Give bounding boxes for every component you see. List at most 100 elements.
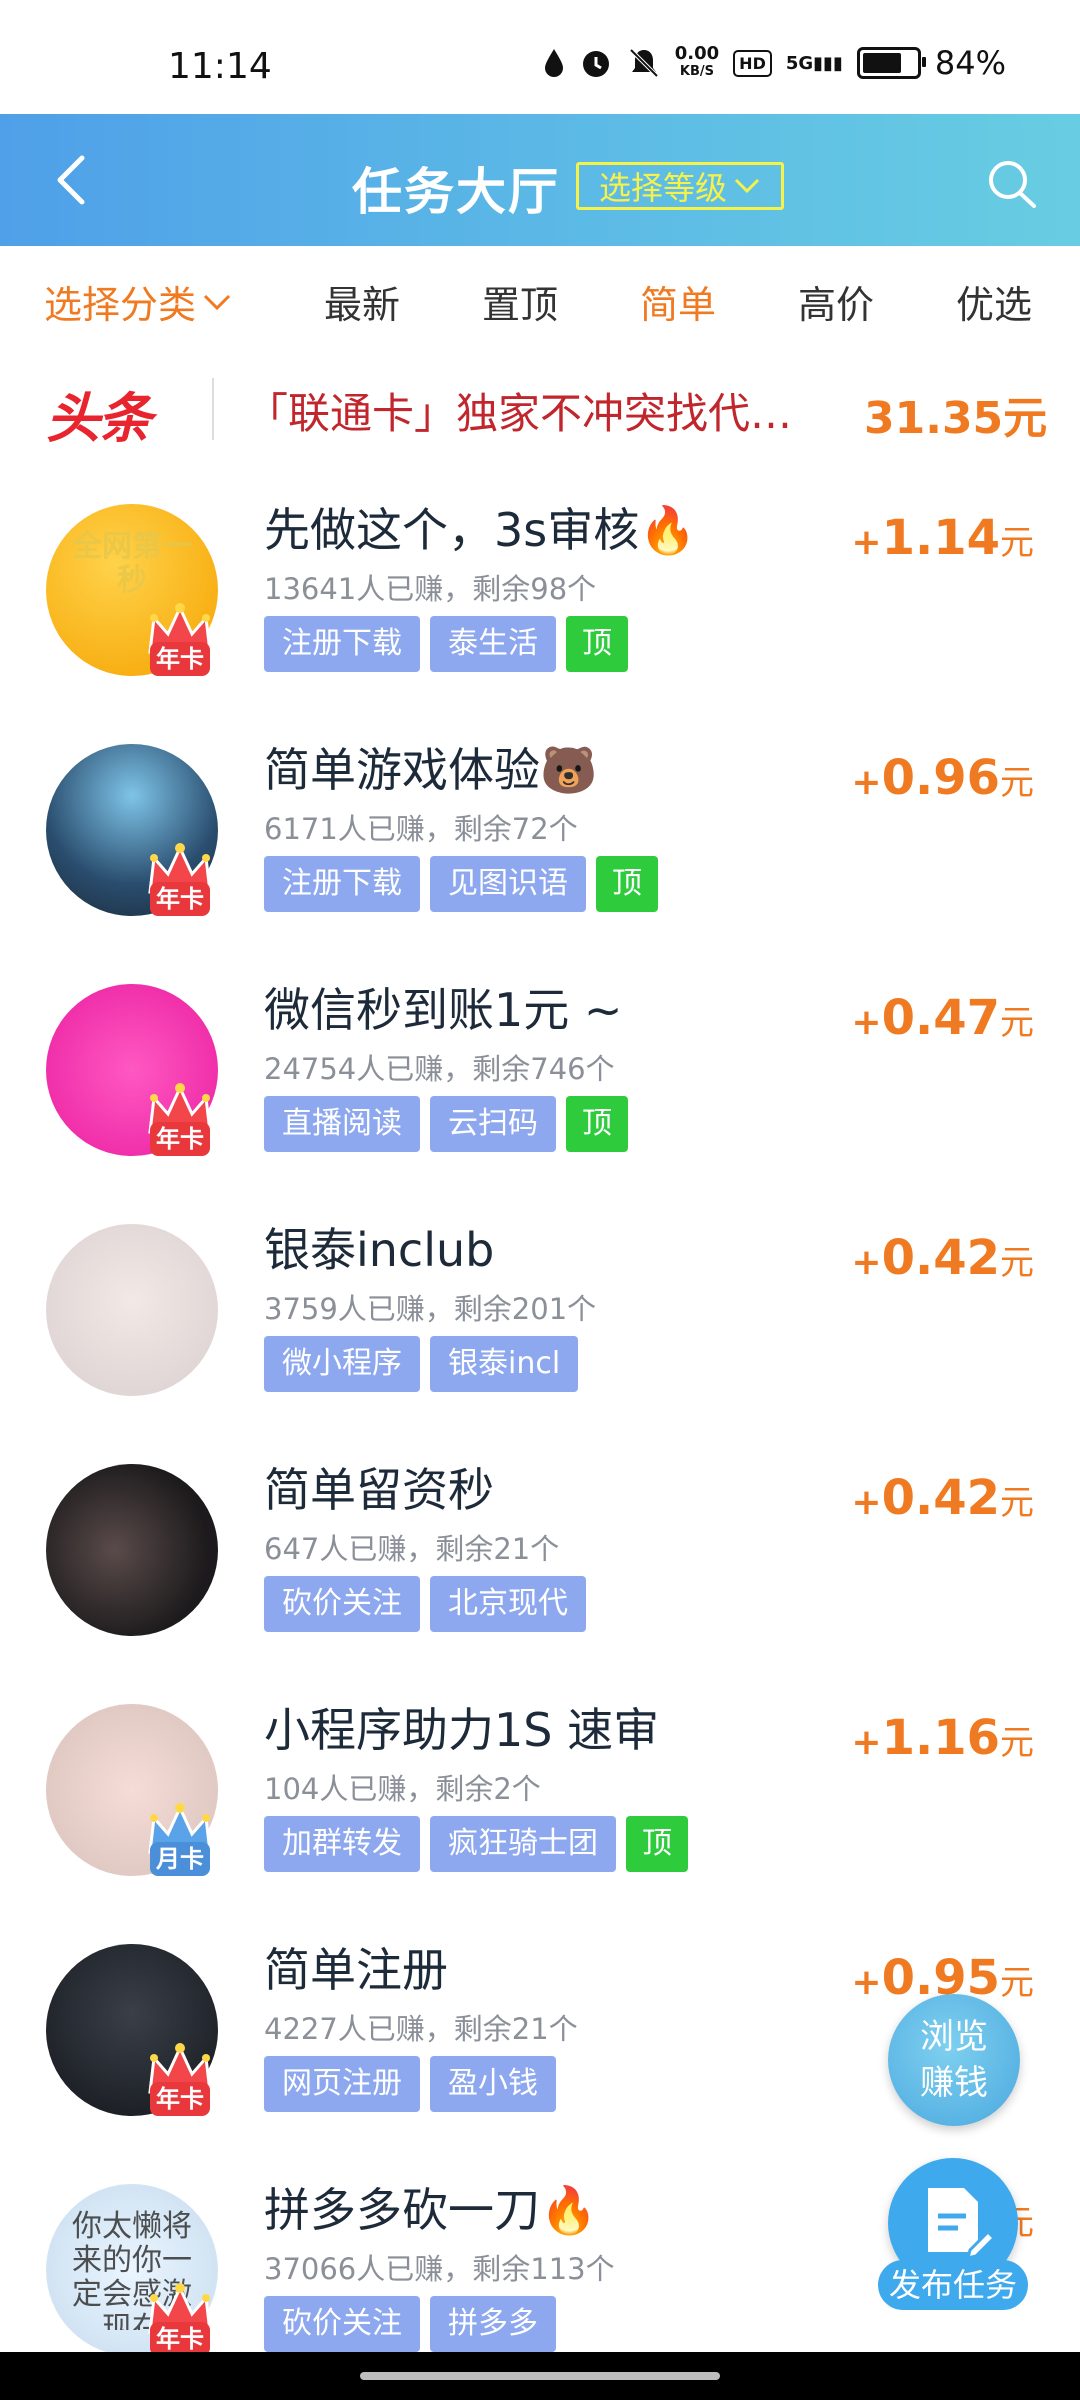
headline-amount: 31.35元 [864, 393, 1048, 444]
headline-badge: 头条 [46, 387, 152, 450]
task-stats: 6171人已赚，剩余72个 [264, 812, 578, 846]
battery-percent: 84% [934, 44, 1006, 82]
task-title: 简单游戏体验🐻 [264, 743, 598, 797]
task-title: 微信秒到账1元 ~ [264, 983, 623, 1037]
tab-featured[interactable]: 优选 [956, 274, 1032, 329]
hd-badge: HD [733, 49, 772, 77]
signal-icon: 5G▮▮▮ [785, 52, 843, 74]
task-price: +0.42元 [851, 1230, 1034, 1286]
task-stats: 104人已赚，剩余2个 [264, 1772, 541, 1806]
task-title: 小程序助力1S 速审 [264, 1703, 660, 1757]
headline-text: 「联通卡」独家不冲突找代… [246, 389, 793, 438]
status-icons: 0.00 KB/S HD 5G▮▮▮ 84% [543, 44, 1006, 82]
task-title: 拼多多砍一刀🔥 [264, 2183, 598, 2237]
task-tag: 疯狂骑士团 [430, 1816, 616, 1872]
task-row[interactable]: 银泰inclub 3759人已赚，剩余201个 微小程序 银泰incl +0.42… [0, 1204, 1080, 1444]
task-row[interactable]: 全网第一秒 年卡 先做这个，3s审核🔥 13641人已赚，剩余98个 注册下载泰… [0, 484, 1080, 724]
task-tag: 加群转发 [264, 1816, 420, 1872]
back-arrow-icon[interactable] [46, 148, 110, 212]
task-tag: 拼多多 [430, 2296, 556, 2352]
avatar-image [46, 1224, 218, 1396]
task-tag: 注册下载 [264, 616, 420, 672]
task-price: +0.96元 [851, 750, 1034, 806]
task-tag: 银泰incl [430, 1336, 579, 1392]
task-tag: 直播阅读 [264, 1096, 420, 1152]
vip-badge: 年卡 [138, 2042, 222, 2126]
task-row[interactable]: 年卡 微信秒到账1元 ~ 24754人已赚，剩余746个 直播阅读 云扫码顶 +0… [0, 964, 1080, 1204]
task-tags: 加群转发 疯狂骑士团顶 [264, 1816, 688, 1872]
task-tag: 砍价关注 [264, 2296, 420, 2352]
chevron-down-icon [734, 178, 760, 194]
tab-high-price[interactable]: 高价 [798, 274, 874, 329]
network-speed: 0.00 KB/S [674, 43, 720, 80]
task-title: 简单留资秒 [264, 1463, 494, 1517]
home-handle[interactable] [360, 2372, 720, 2380]
task-price: +1.16元 [851, 1710, 1034, 1766]
task-tags: 注册下载 见图识语顶 [264, 856, 658, 912]
avatar[interactable] [46, 1464, 218, 1636]
avatar[interactable]: 全网第一秒 年卡 [46, 504, 218, 676]
avatar[interactable]: 月卡 [46, 1704, 218, 1876]
task-tag: 盈小钱 [430, 2056, 556, 2112]
task-stats: 4227人已赚，剩余21个 [264, 2012, 578, 2046]
tab-latest[interactable]: 最新 [324, 274, 400, 329]
task-title: 银泰inclub [264, 1223, 495, 1277]
battery-icon [856, 47, 926, 79]
avatar[interactable]: 年卡 [46, 984, 218, 1156]
task-tag: 见图识语 [430, 856, 586, 912]
avatar[interactable]: 年卡 [46, 1944, 218, 2116]
task-title: 先做这个，3s审核🔥 [264, 503, 697, 557]
task-row[interactable]: 年卡 简单游戏体验🐻 6171人已赚，剩余72个 注册下载 见图识语顶 +0.96… [0, 724, 1080, 964]
droplet-icon [544, 49, 563, 77]
divider [212, 378, 214, 440]
task-row[interactable]: 月卡 小程序助力1S 速审 104人已赚，剩余2个 加群转发 疯狂骑士团顶 +1.… [0, 1684, 1080, 1924]
filter-tabs: 选择分类 最新 置顶 简单 高价 优选 [0, 246, 1080, 356]
task-stats: 3759人已赚，剩余201个 [264, 1292, 597, 1326]
task-tags: 微小程序 银泰incl [264, 1336, 579, 1392]
app-header: 任务大厅 选择等级 [0, 114, 1080, 246]
avatar-image [46, 1464, 218, 1636]
search-icon[interactable] [984, 156, 1040, 212]
task-tags: 注册下载 泰生活顶 [264, 616, 628, 672]
level-select-button[interactable]: 选择等级 [576, 162, 784, 210]
task-tag: 网页注册 [264, 2056, 420, 2112]
headline-banner[interactable]: 头条 「联通卡」独家不冲突找代… 31.35元 [0, 366, 1080, 458]
task-stats: 13641人已赚，剩余98个 [264, 572, 597, 606]
task-stats: 647人已赚，剩余21个 [264, 1532, 560, 1566]
tab-pinned[interactable]: 置顶 [482, 274, 558, 329]
task-tag: 砍价关注 [264, 1576, 420, 1632]
avatar[interactable]: 你太懒将来的你一定会感激现在 年卡 [46, 2184, 218, 2356]
pinned-tag: 顶 [566, 616, 628, 672]
task-stats: 37066人已赚，剩余113个 [264, 2252, 615, 2286]
task-tag: 泰生活 [430, 616, 556, 672]
pinned-tag: 顶 [626, 1816, 688, 1872]
task-row[interactable]: 简单留资秒 647人已赚，剩余21个 砍价关注 北京现代 +0.42元 [0, 1444, 1080, 1684]
category-select-tab[interactable]: 选择分类 [44, 274, 232, 329]
alarm-icon [582, 51, 609, 77]
task-price: +0.42元 [851, 1470, 1034, 1526]
tab-simple[interactable]: 简单 [640, 274, 716, 329]
task-tag: 云扫码 [430, 1096, 556, 1152]
task-tags: 砍价关注 拼多多 [264, 2296, 556, 2352]
mute-bell-icon [629, 48, 659, 78]
avatar[interactable] [46, 1224, 218, 1396]
task-tags: 砍价关注 北京现代 [264, 1576, 586, 1632]
publish-task-button[interactable]: 发布任务 [878, 2158, 1028, 2310]
vip-badge: 年卡 [138, 602, 222, 686]
pinned-tag: 顶 [566, 1096, 628, 1152]
vip-badge: 年卡 [138, 1082, 222, 1166]
task-tags: 直播阅读 云扫码顶 [264, 1096, 628, 1152]
status-time: 11:14 [168, 46, 272, 87]
task-price: +0.47元 [851, 990, 1034, 1046]
page-title: 任务大厅 [352, 163, 560, 221]
browse-earn-button[interactable]: 浏览 赚钱 [888, 1994, 1020, 2126]
vip-badge: 年卡 [138, 842, 222, 926]
task-tag: 微小程序 [264, 1336, 420, 1392]
task-tag: 北京现代 [430, 1576, 586, 1632]
avatar[interactable]: 年卡 [46, 744, 218, 916]
task-price: +1.14元 [851, 510, 1034, 566]
task-stats: 24754人已赚，剩余746个 [264, 1052, 615, 1086]
system-nav-bar [0, 2352, 1080, 2400]
chevron-down-icon [203, 294, 231, 310]
task-tags: 网页注册 盈小钱 [264, 2056, 556, 2112]
